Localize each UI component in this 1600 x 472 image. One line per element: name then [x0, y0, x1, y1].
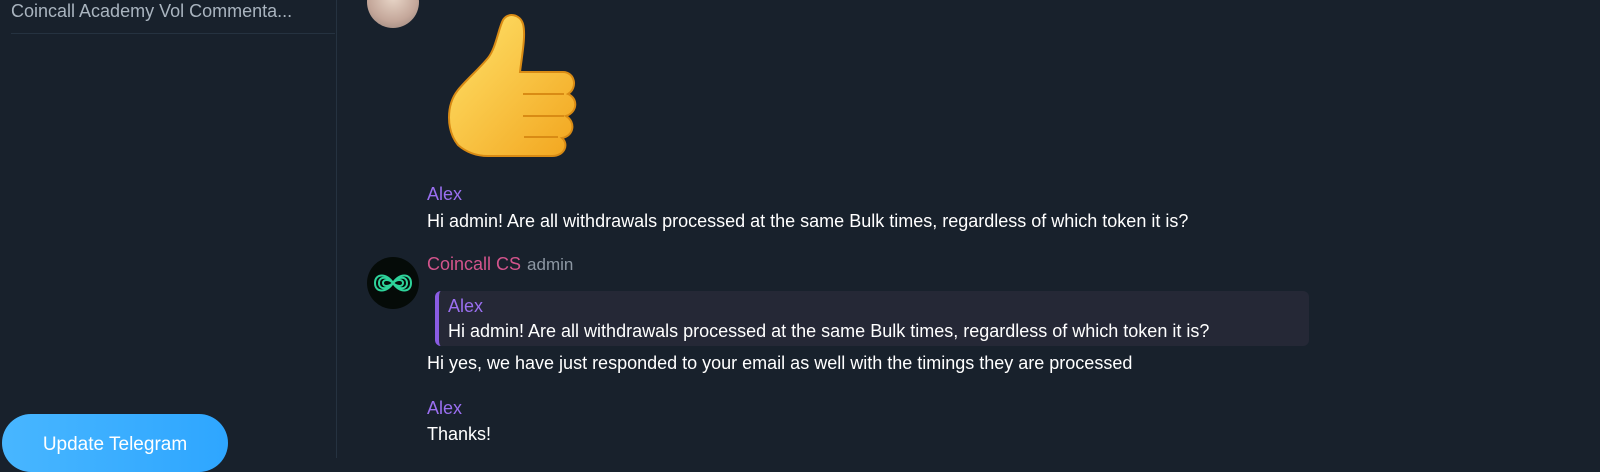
message-sender[interactable]: Alex: [427, 398, 462, 419]
chat-list-sidebar: Coincall Academy Vol Commenta... Update …: [0, 0, 337, 472]
message-text: Thanks!: [427, 424, 492, 444]
admin-badge: admin: [527, 255, 574, 274]
infinity-logo-icon: [373, 274, 413, 292]
coincall-avatar[interactable]: [367, 257, 419, 309]
chat-list-item[interactable]: Coincall Academy Vol Commenta...: [11, 0, 335, 34]
message-sender[interactable]: Alex: [427, 184, 462, 205]
thumbs-up-sticker: [448, 14, 577, 157]
reply-quote[interactable]: Alex Hi admin! Are all withdrawals proce…: [435, 291, 1309, 346]
reply-sender: Alex: [448, 296, 484, 316]
message-area: Alex Hi admin! Are all withdrawals proce…: [338, 0, 1600, 458]
update-telegram-button[interactable]: Update Telegram: [2, 414, 228, 472]
chat-title: Coincall Academy Vol Commenta...: [11, 1, 293, 21]
message-sender[interactable]: Coincall CS admin: [427, 254, 573, 275]
message-text: Hi yes, we have just responded to your e…: [427, 353, 1133, 373]
reply-text: Hi admin! Are all withdrawals processed …: [448, 321, 1210, 341]
user-avatar[interactable]: [367, 0, 419, 28]
sender-name[interactable]: Coincall CS: [427, 254, 521, 274]
message-text: Hi admin! Are all withdrawals processed …: [427, 211, 1189, 231]
